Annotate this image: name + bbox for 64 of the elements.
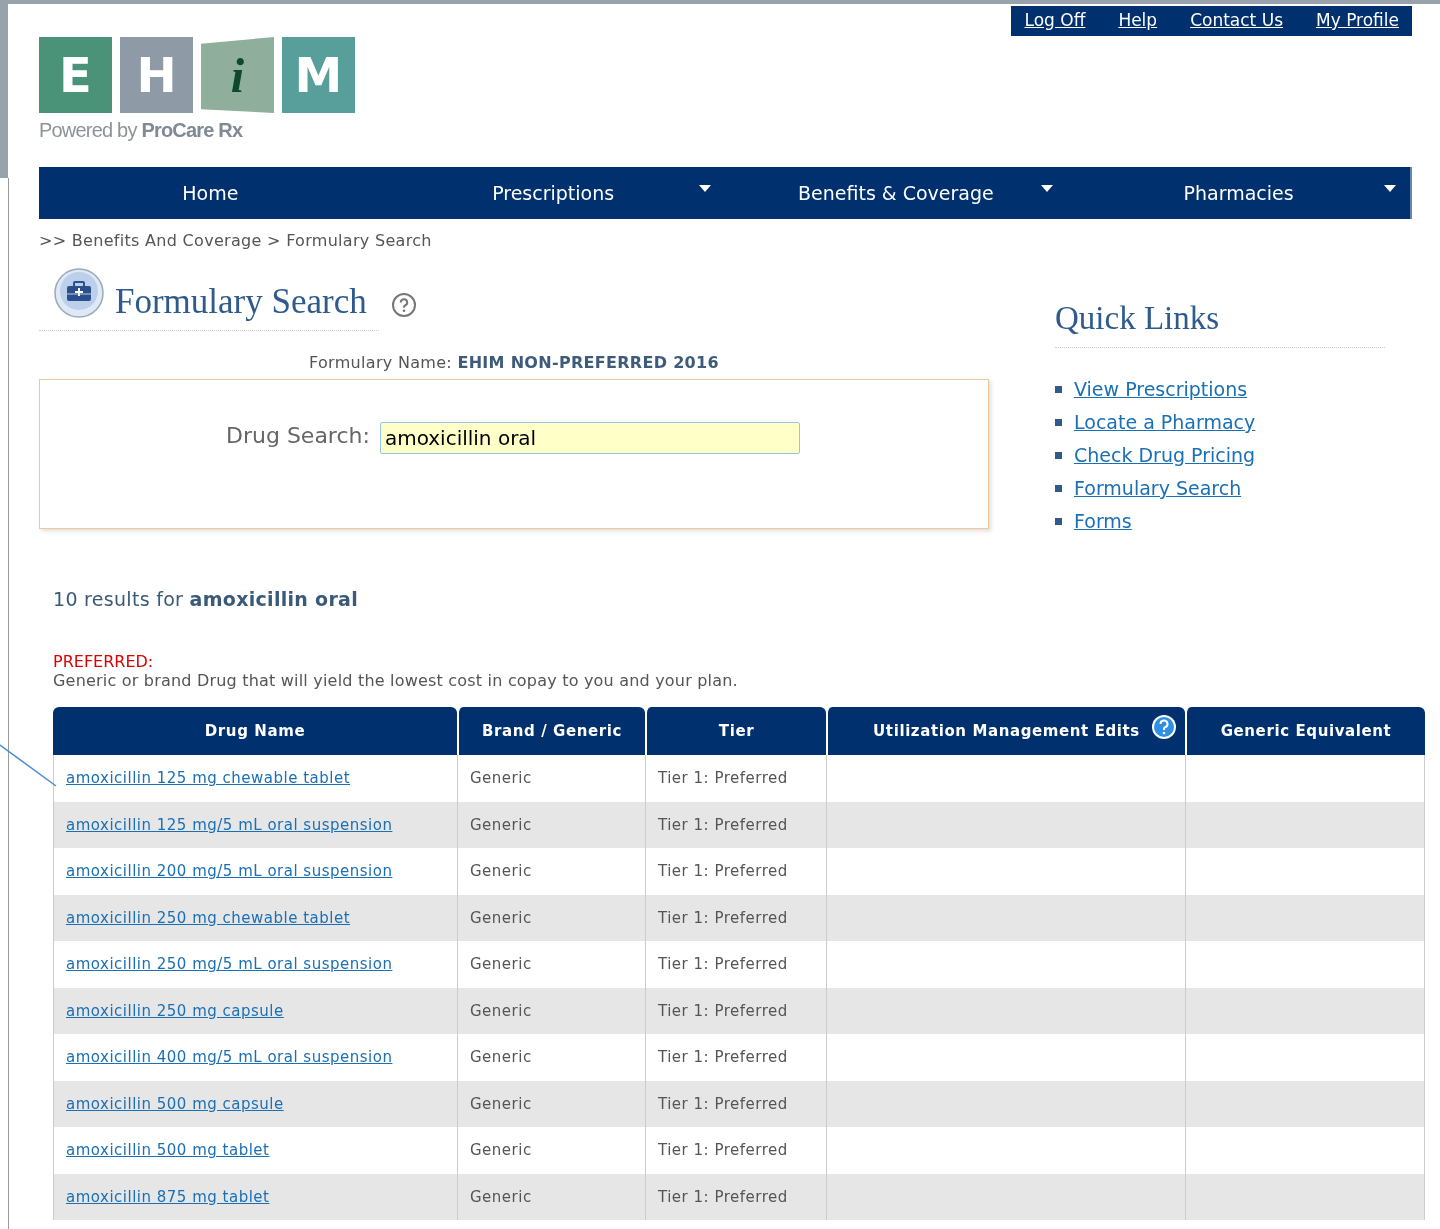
- drug-search-field[interactable]: amoxicillin oral: [379, 422, 800, 454]
- drug-link[interactable]: amoxicillin 125 mg chewable tablet: [66, 769, 351, 788]
- quick-link[interactable]: Formulary Search: [1074, 477, 1242, 499]
- table-cell: Tier 1: Preferred: [645, 1173, 826, 1220]
- table-cell: Generic: [457, 1127, 645, 1174]
- drug-search-label: Drug Search:: [226, 423, 370, 448]
- table-cell: Tier 1: Preferred: [645, 894, 826, 941]
- logo-letter: i: [201, 37, 274, 113]
- table-cell: Generic: [457, 801, 645, 848]
- quick-links-title: Quick Links: [1055, 300, 1385, 348]
- nav-item[interactable]: Pharmacies: [1067, 167, 1410, 219]
- top-link[interactable]: My Profile: [1316, 10, 1399, 30]
- table-cell: Tier 1: Preferred: [645, 987, 826, 1034]
- column-header: Tier: [645, 707, 826, 755]
- nav-item[interactable]: Home: [39, 167, 382, 219]
- bullet-icon: [1055, 385, 1062, 393]
- quick-link[interactable]: View Prescriptions: [1074, 378, 1248, 400]
- breadcrumb: >> Benefits And Coverage > Formulary Search: [39, 231, 433, 250]
- bullet-icon: [1055, 484, 1062, 492]
- quick-link[interactable]: Forms: [1074, 510, 1132, 532]
- nav-item[interactable]: Benefits & Coverage: [724, 167, 1068, 219]
- drug-link[interactable]: amoxicillin 200 mg/5 mL oral suspension: [66, 862, 393, 881]
- drug-link[interactable]: amoxicillin 400 mg/5 mL oral suspension: [66, 1048, 393, 1067]
- column-header: Generic Equivalent: [1185, 707, 1425, 755]
- table-cell: Generic: [457, 1034, 645, 1081]
- table-cell: Generic: [457, 894, 645, 941]
- formulary-name: Formulary Name: EHIM NON-PREFERRED 2016: [308, 353, 720, 372]
- help-icon[interactable]: [1151, 714, 1177, 740]
- table-cell: Tier 1: Preferred: [645, 801, 826, 848]
- top-link[interactable]: Contact Us: [1190, 10, 1283, 30]
- column-header: Drug Name: [53, 707, 457, 755]
- toolbox-icon: [53, 267, 105, 319]
- quick-link[interactable]: Check Drug Pricing: [1074, 444, 1256, 466]
- top-link[interactable]: Help: [1118, 10, 1158, 30]
- top-link[interactable]: Log Off: [1024, 10, 1086, 30]
- column-header: Utilization Management Edits: [826, 707, 1185, 755]
- table-cell: Generic: [457, 755, 645, 802]
- table-cell: Tier 1: Preferred: [645, 941, 826, 988]
- table-cell: Tier 1: Preferred: [645, 1080, 826, 1127]
- table-cell: Generic: [457, 1173, 645, 1220]
- table-cell: Generic: [457, 848, 645, 895]
- results-summary: 10 results for amoxicillin oral: [53, 588, 360, 610]
- drug-link[interactable]: amoxicillin 500 mg tablet: [66, 1141, 270, 1160]
- logo-letter: E: [39, 37, 112, 113]
- table-cell: Tier 1: Preferred: [645, 1127, 826, 1174]
- drug-link[interactable]: amoxicillin 250 mg/5 mL oral suspension: [66, 955, 393, 974]
- table-cell: Tier 1: Preferred: [645, 848, 826, 895]
- column-header: Brand / Generic: [457, 707, 645, 755]
- legend-title: PREFERRED:: [53, 652, 155, 671]
- logo-letter: H: [120, 37, 193, 113]
- bullet-icon: [1055, 517, 1062, 525]
- table-cell: Tier 1: Preferred: [645, 1034, 826, 1081]
- legend-text: Generic or brand Drug that will yield the lowest cost in copay to you and your plan.: [53, 671, 739, 690]
- bullet-icon: [1055, 451, 1062, 459]
- table-cell: Generic: [457, 941, 645, 988]
- nav-item[interactable]: Prescriptions: [381, 167, 725, 219]
- quick-link[interactable]: Locate a Pharmacy: [1074, 411, 1256, 433]
- logo-tagline: Powered by ProCare Rx: [39, 119, 244, 142]
- page-title: Formulary Search: [115, 282, 367, 322]
- table-cell: Tier 1: Preferred: [645, 755, 826, 802]
- logo-letter: M: [282, 37, 355, 113]
- table-cell: Generic: [457, 1080, 645, 1127]
- bullet-icon: [1055, 418, 1062, 426]
- table-cell: Generic: [457, 987, 645, 1034]
